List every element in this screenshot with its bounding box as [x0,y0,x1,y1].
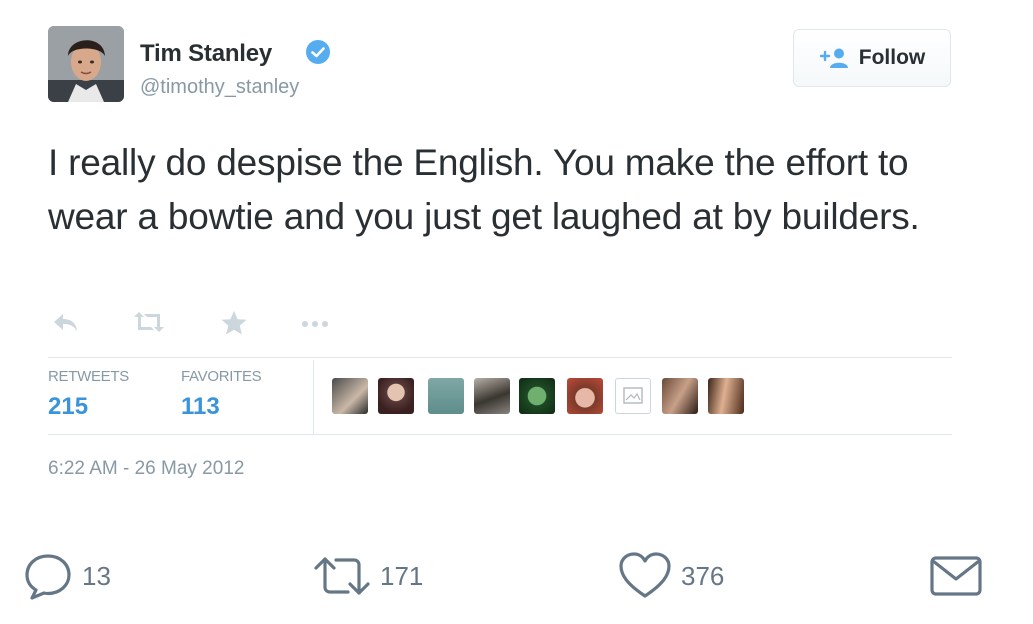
display-name[interactable]: Tim Stanley [140,40,272,68]
reply-count: 13 [82,560,111,591]
retweet-count: 171 [380,560,424,591]
follow-label: Follow [858,46,926,69]
dm-share-action[interactable] [928,552,984,600]
broken-image-icon [623,387,643,404]
favoriter-avatar[interactable] [332,378,368,414]
reply-bubble-icon [25,554,71,600]
like-count: 376 [681,560,725,591]
reply-action[interactable]: 13 [22,550,111,602]
divider [48,357,952,358]
tweet-text: I really do despise the English. You mak… [48,142,920,237]
heart-icon [619,552,671,598]
favoriter-avatar[interactable] [474,378,510,414]
stats-divider [313,360,314,434]
favorites-stat[interactable]: FAVORITES 113 [181,368,262,421]
retweets-label: RETWEETS [48,368,129,385]
favorites-label: FAVORITES [181,368,262,385]
divider [48,434,952,435]
bottom-action-bar: 13 171 376 [0,548,1033,608]
favorite-star-icon[interactable] [220,310,248,336]
envelope-icon [930,556,982,596]
tweet-timestamp[interactable]: 6:22 AM - 26 May 2012 [48,458,244,480]
favoriter-avatar[interactable] [567,378,603,414]
favoriter-avatar[interactable] [378,378,414,414]
verified-badge-icon [306,40,330,64]
retweets-count: 215 [48,393,89,420]
favoriter-avatar[interactable] [708,378,744,414]
user-handle[interactable]: @timothy_stanley [140,76,299,99]
favoriter-avatar[interactable] [519,378,555,414]
favoriter-avatar[interactable] [662,378,698,414]
retweet-icon[interactable] [132,310,166,334]
retweets-stat[interactable]: RETWEETS 215 [48,368,129,421]
avatar[interactable] [48,26,124,102]
favoriter-avatar-placeholder[interactable] [615,378,651,414]
add-person-icon [819,48,848,68]
like-action[interactable]: 376 [617,550,724,602]
reply-icon[interactable] [50,310,80,334]
follow-button[interactable]: Follow [793,29,951,87]
favorites-count: 113 [181,393,220,420]
retweet-icon [314,557,370,595]
more-dots-icon[interactable] [300,310,330,334]
retweet-action[interactable]: 171 [312,550,423,602]
favoriter-avatar[interactable] [428,378,464,414]
